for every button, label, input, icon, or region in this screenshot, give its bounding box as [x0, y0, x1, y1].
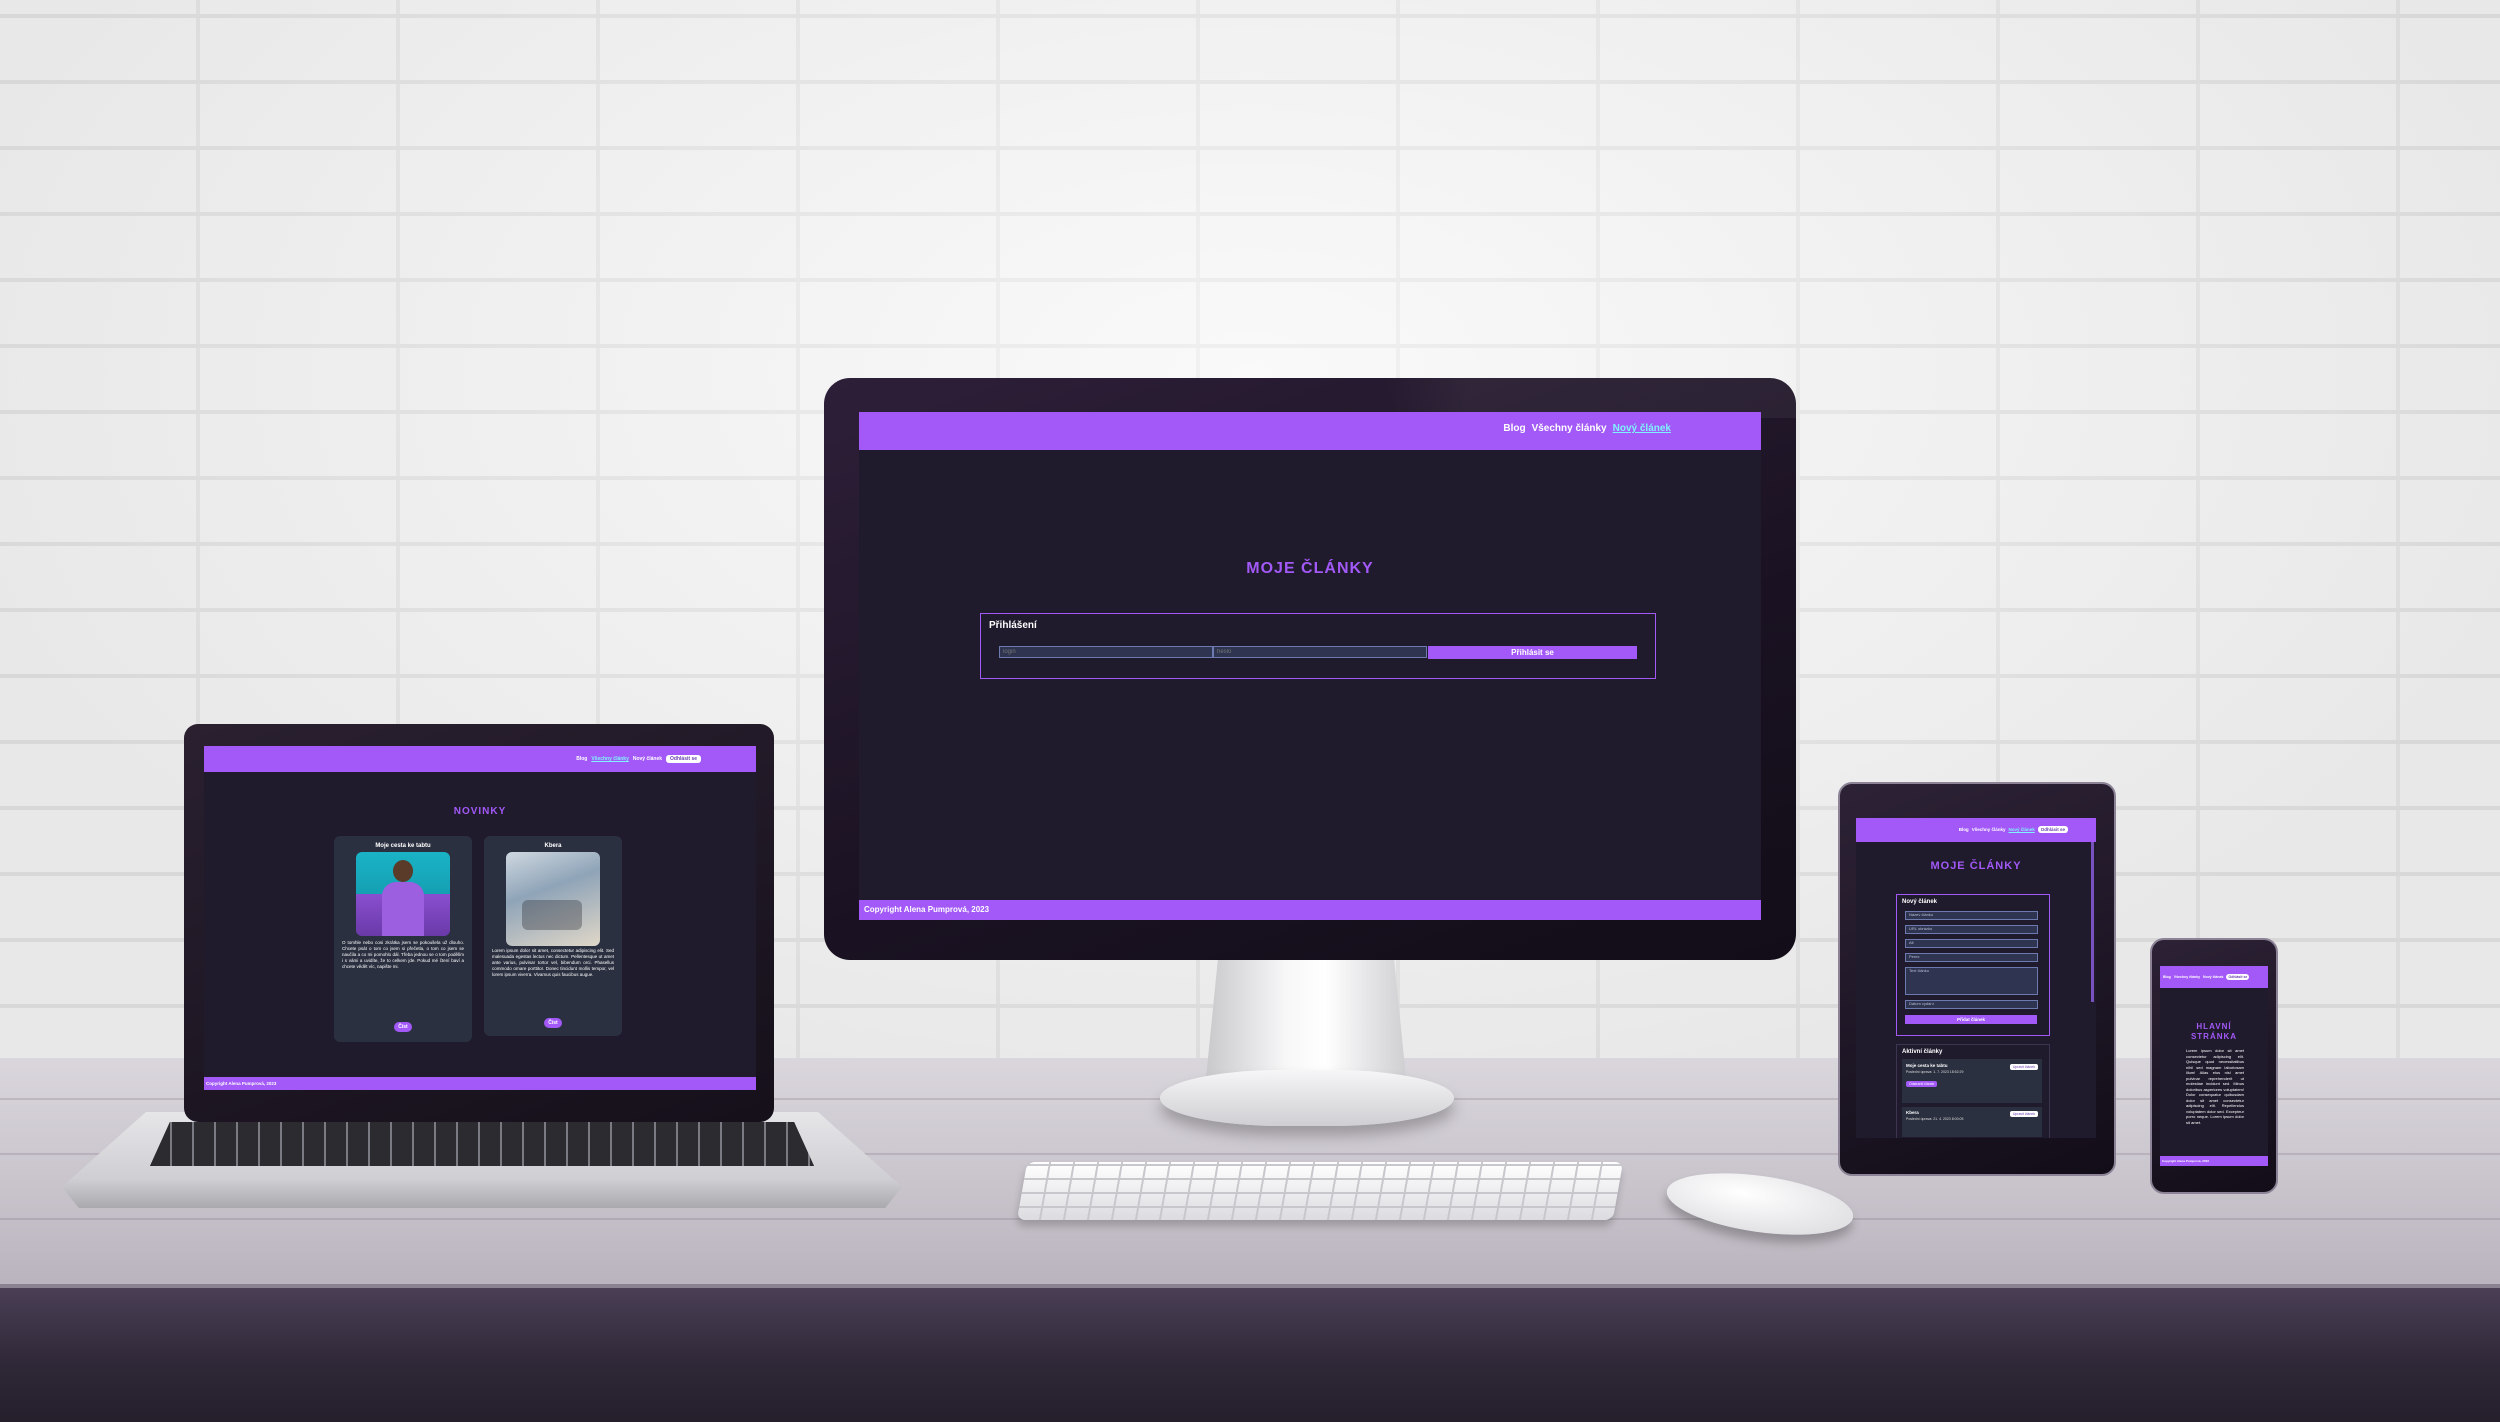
delete-article-button[interactable]: Odstranit článek	[1906, 1081, 1938, 1087]
laptop-keyboard	[150, 1122, 814, 1166]
logout-button[interactable]: Odhlásit se	[2037, 826, 2068, 833]
navbar: Blog Všechny články Nový článek Odhlásit…	[204, 746, 756, 772]
article-title: Kbera	[1906, 1110, 1919, 1115]
article-row: Kbera Poslední úprava: 21. 4. 2023 8:00:…	[1902, 1107, 2042, 1137]
phone: Blog Všechny články Nový článek Odhlásit…	[2150, 938, 2278, 1194]
alt-field[interactable]: Alt	[1905, 939, 2038, 948]
form-heading: Nový článek	[1902, 899, 1938, 905]
card-text: O tomhle nebo cosi zkrátka jsem se pokou…	[342, 940, 464, 969]
navbar: Blog Všechny články Nový článek	[859, 412, 1761, 450]
desktop-monitor: Blog Všechny články Nový článek MOJE ČLÁ…	[824, 378, 1796, 960]
card-title: Kbera	[544, 843, 562, 849]
edit-article-button[interactable]: Upravit článek	[2009, 1064, 2038, 1070]
nav-link-blog[interactable]: Blog	[2163, 975, 2171, 979]
nav-link-all-articles[interactable]: Všechny články	[2174, 975, 2200, 979]
article-card: Kbera Lorem ipsum dolor sit amet, consec…	[484, 836, 622, 1036]
nav-link-new-article[interactable]: Nový článek	[633, 756, 662, 762]
title-field[interactable]: Název článku	[1905, 911, 2038, 920]
nav-link-blog[interactable]: Blog	[1959, 827, 1969, 832]
nav-link-new-article[interactable]: Nový článek	[2203, 975, 2223, 979]
navbar: Blog Všechny články Nový článek Odhlásit…	[1856, 818, 2096, 842]
active-heading: Aktivní články	[1902, 1049, 1943, 1055]
footer: Copyright Alena Pumprová, 2023	[204, 1077, 756, 1090]
phone-screen: Blog Všechny články Nový článek Odhlásit…	[2160, 966, 2268, 1166]
nav-link-all-articles[interactable]: Všechny články	[1972, 827, 2006, 832]
page-text: Lorem ipsum dolor sit amet consectetur a…	[2186, 1048, 2244, 1125]
read-button[interactable]: Číst	[544, 1018, 562, 1028]
text-field[interactable]: Text článku	[1905, 967, 2038, 995]
nav-link-new-article[interactable]: Nový článek	[2008, 827, 2034, 832]
login-input[interactable]	[999, 646, 1213, 658]
article-card: Moje cesta ke tabtu O tomhle nebo cosi z…	[334, 836, 472, 1042]
login-heading: Přihlášení	[989, 620, 1037, 631]
new-article-form: Nový článek Název článku URL obrázku Alt…	[1896, 894, 2050, 1036]
article-title: Moje cesta ke tabtu	[1906, 1063, 1948, 1068]
nav-link-blog[interactable]: Blog	[1503, 423, 1525, 434]
active-articles-panel: Aktivní články Moje cesta ke tabtu Posle…	[1896, 1044, 2050, 1138]
card-image	[356, 852, 450, 936]
login-submit-button[interactable]: Přihlásit se	[1428, 646, 1637, 659]
scrollbar[interactable]	[2091, 842, 2094, 1002]
footer-copyright: Copyright Alena Pumprová, 2023	[864, 905, 990, 914]
article-meta: Poslední úprava: 1. 7. 2023 18:52:29	[1906, 1070, 1964, 1074]
monitor-screen: Blog Všechny články Nový článek MOJE ČLÁ…	[859, 412, 1761, 920]
nav-link-new-article[interactable]: Nový článek	[1613, 423, 1671, 434]
date-field[interactable]: Datum vydání	[1905, 1000, 2038, 1009]
navbar: Blog Všechny články Nový článek Odhlásit…	[2160, 966, 2268, 988]
card-image	[506, 852, 600, 946]
laptop: Blog Všechny články Nový článek Odhlásit…	[184, 724, 774, 1122]
card-text: Lorem ipsum dolor sit amet, consectetur …	[492, 948, 614, 977]
logout-button[interactable]: Odhlásit se	[2226, 974, 2250, 980]
logout-button[interactable]: Odhlásit se	[666, 755, 701, 763]
page-title: HLAVNÍ STRÁNKA	[2190, 1022, 2238, 1041]
nav-link-all-articles[interactable]: Všechny články	[1532, 423, 1607, 434]
card-title: Moje cesta ke tabtu	[375, 843, 431, 849]
footer-copyright: Copyright Alena Pumprová, 2023	[206, 1081, 277, 1086]
tablet-screen: Blog Všechny články Nový článek Odhlásit…	[1856, 818, 2096, 1138]
desk-front	[0, 1288, 2500, 1422]
nav-link-all-articles[interactable]: Všechny články	[591, 756, 629, 762]
article-meta: Poslední úprava: 21. 4. 2023 8:00:05	[1906, 1117, 1964, 1121]
monitor-stand-base	[1160, 1070, 1454, 1126]
keyboard	[1016, 1162, 1624, 1220]
monitor-stand	[1206, 958, 1406, 1078]
password-input[interactable]	[1213, 646, 1427, 658]
image-url-field[interactable]: URL obrázku	[1905, 925, 2038, 934]
add-article-button[interactable]: Přidat článek	[1905, 1015, 2037, 1024]
footer: Copyright Alena Pumprová, 2023	[859, 900, 1761, 920]
laptop-screen: Blog Všechny články Nový článek Odhlásit…	[204, 746, 756, 1090]
footer-copyright: Copyright Alena Pumprová, 2023	[2162, 1159, 2209, 1163]
login-panel: Přihlášení Přihlásit se	[980, 613, 1656, 679]
tablet: Blog Všechny články Nový článek Odhlásit…	[1838, 782, 2116, 1176]
nav-link-blog[interactable]: Blog	[576, 756, 587, 762]
edit-article-button[interactable]: Upravit článek	[2009, 1111, 2038, 1117]
perex-field[interactable]: Perex	[1905, 953, 2038, 962]
page-title: MOJE ČLÁNKY	[1930, 860, 2022, 872]
page-title: NOVINKY	[453, 806, 507, 817]
article-row: Moje cesta ke tabtu Poslední úprava: 1. …	[1902, 1059, 2042, 1103]
footer: Copyright Alena Pumprová, 2023	[2160, 1156, 2268, 1166]
page-title: MOJE ČLÁNKY	[1246, 560, 1374, 577]
read-button[interactable]: Číst	[394, 1022, 412, 1032]
